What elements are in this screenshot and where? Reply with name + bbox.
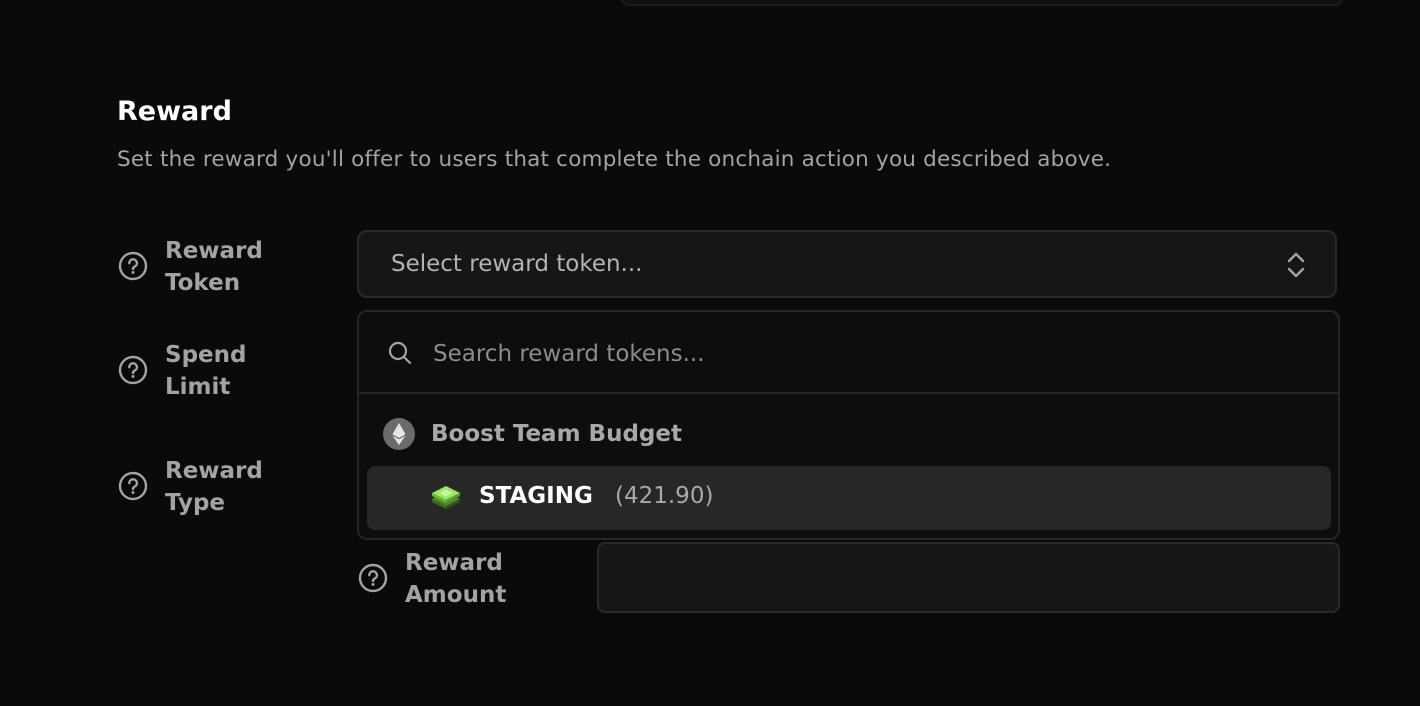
- reward-token-label-line-2: Token: [165, 270, 241, 296]
- chevron-up-down-icon: [1287, 252, 1305, 278]
- reward-amount-input[interactable]: [597, 542, 1340, 613]
- select-placeholder: Select reward token...: [391, 251, 643, 277]
- reward-form-page: Reward Set the reward you'll offer to us…: [0, 0, 1420, 706]
- spend-limit-label-line-2: Limit: [165, 374, 231, 400]
- reward-token-label-line-1: Reward: [165, 238, 263, 264]
- search-reward-tokens-input[interactable]: [431, 334, 1295, 374]
- search-icon: [388, 341, 412, 365]
- group-label: Boost Team Budget: [431, 421, 682, 447]
- reward-amount-label-line-2: Amount: [405, 582, 507, 608]
- question-circle-icon[interactable]: [358, 563, 388, 593]
- question-circle-icon[interactable]: [118, 471, 148, 501]
- section-description: Set the reward you'll offer to users tha…: [117, 147, 1112, 172]
- reward-type-label-line-2: Type: [165, 490, 226, 516]
- reward-token-select[interactable]: Select reward token...: [357, 230, 1337, 298]
- section-title: Reward: [117, 96, 232, 127]
- token-option-staging[interactable]: STAGING (421.90): [367, 466, 1331, 530]
- reward-token-dropdown: Boost Team Budget STAGING (421.90): [357, 310, 1340, 540]
- reward-amount-label-line-1: Reward: [405, 550, 503, 576]
- question-circle-icon[interactable]: [118, 251, 148, 281]
- token-stack-icon: [432, 486, 460, 509]
- spend-limit-label-line-1: Spend: [165, 342, 247, 368]
- ethereum-icon: [383, 418, 415, 450]
- reward-type-label-line-1: Reward: [165, 458, 263, 484]
- token-name: STAGING: [479, 483, 593, 509]
- question-circle-icon[interactable]: [118, 355, 148, 385]
- budget-group-header: Boost Team Budget: [383, 418, 682, 450]
- dropdown-search-row: [359, 312, 1338, 394]
- token-balance: (421.90): [615, 483, 714, 509]
- previous-field-edge: [620, 0, 1344, 6]
